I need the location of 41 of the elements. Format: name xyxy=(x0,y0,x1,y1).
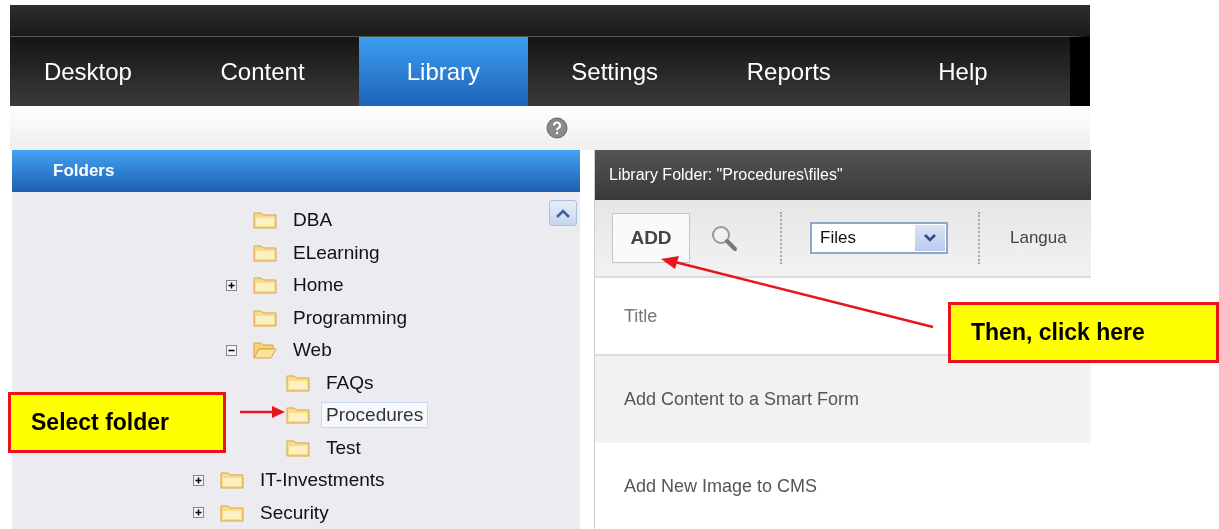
open-folder-icon xyxy=(253,340,277,361)
chevron-up-icon xyxy=(556,208,570,218)
folder-icon xyxy=(253,242,277,263)
folder-icon xyxy=(253,275,277,296)
view-dropdown[interactable]: Files xyxy=(810,222,948,254)
folder-item[interactable]: Web xyxy=(288,337,337,364)
nav-tab[interactable]: Library xyxy=(359,37,528,106)
add-button[interactable]: ADD xyxy=(612,213,690,263)
nav-tab[interactable]: Desktop xyxy=(10,37,166,106)
nav-tab[interactable]: Reports xyxy=(701,37,876,106)
table-cell[interactable]: Add New Image to CMS xyxy=(624,476,818,497)
folder-item[interactable]: IT-Investments xyxy=(255,467,390,494)
arrow xyxy=(240,406,286,418)
folder-icon xyxy=(286,437,310,458)
panel-title: Library Folder: "Procedures\files" xyxy=(609,166,843,184)
folder-icon xyxy=(220,502,244,523)
folder-item[interactable]: FAQs xyxy=(321,369,379,396)
table-cell[interactable]: Add Content to a Smart Form xyxy=(624,389,860,410)
nav-tab[interactable]: Help xyxy=(875,37,1050,106)
folder-icon xyxy=(286,405,310,426)
folder-item[interactable]: Home xyxy=(288,272,349,299)
scroll-up-button[interactable] xyxy=(549,200,577,226)
folder-item[interactable]: Test xyxy=(321,434,366,461)
chevron-down-icon xyxy=(924,234,936,242)
callout-box: Then, click here xyxy=(948,302,1219,363)
panel-title: Folders xyxy=(53,161,115,181)
search-icon[interactable] xyxy=(710,224,738,252)
folder-icon xyxy=(253,307,277,328)
folder-item[interactable]: Security xyxy=(255,499,334,526)
nav-tab[interactable]: Content xyxy=(165,37,360,106)
nav-tab[interactable]: Settings xyxy=(527,37,702,106)
help-icon[interactable] xyxy=(546,117,568,139)
folder-item[interactable]: ELearning xyxy=(288,239,385,266)
callout-box: Select folder xyxy=(8,392,226,453)
language-label: Langua xyxy=(1010,228,1067,248)
folder-icon xyxy=(253,210,277,231)
folder-icon xyxy=(220,470,244,491)
folder-item[interactable]: Programming xyxy=(288,304,413,331)
folder-item[interactable]: Procedures xyxy=(321,402,429,429)
folder-icon xyxy=(286,372,310,393)
folder-item[interactable]: DBA xyxy=(288,207,338,234)
